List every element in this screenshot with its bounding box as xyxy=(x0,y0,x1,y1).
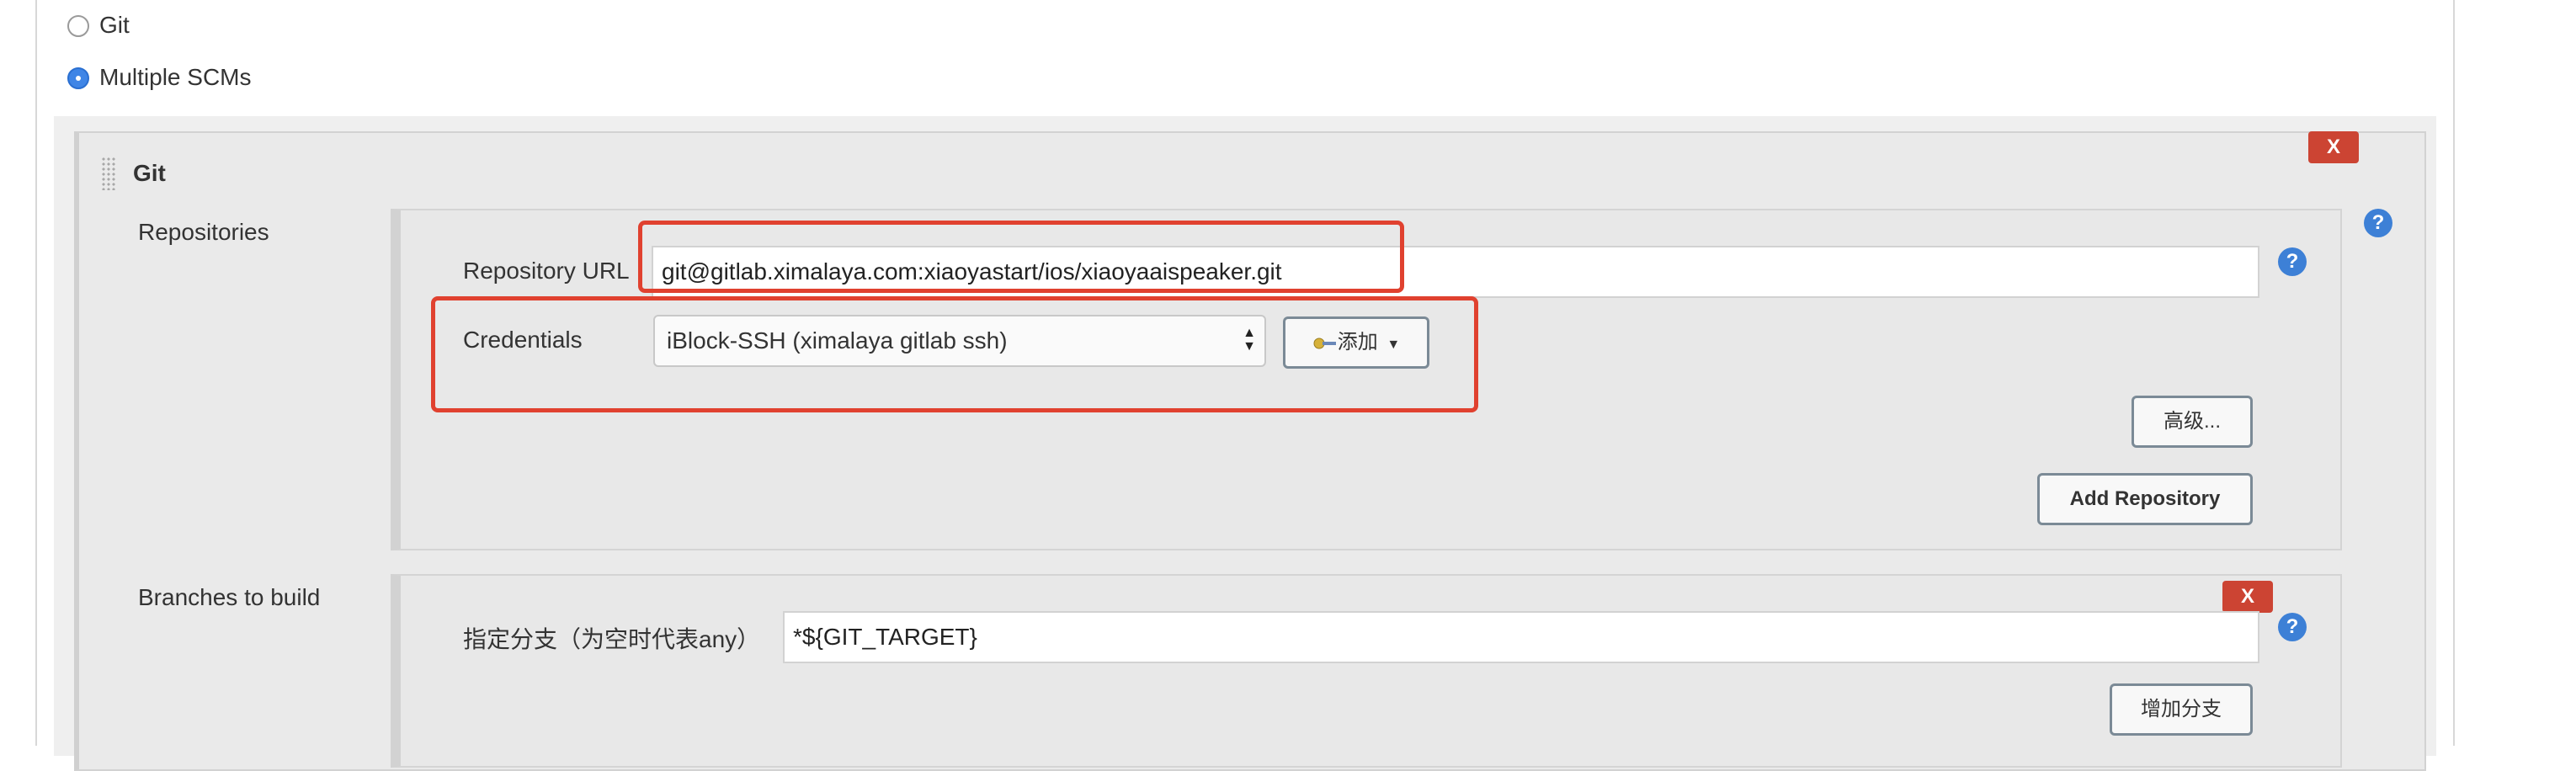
highlight-credentials xyxy=(431,296,1478,412)
help-icon[interactable]: ? xyxy=(2278,247,2307,276)
highlight-repository-url xyxy=(638,221,1404,293)
git-block-title: Git xyxy=(133,160,166,186)
drag-handle-icon[interactable] xyxy=(101,157,116,190)
branch-specifier-input[interactable]: *${GIT_TARGET} xyxy=(783,611,2259,663)
repository-url-label: Repository URL xyxy=(463,258,630,284)
git-radio-label: Git xyxy=(99,12,130,38)
branch-delete-button[interactable]: X xyxy=(2222,581,2273,613)
help-icon[interactable]: ? xyxy=(2278,613,2307,641)
branches-to-build-label: Branches to build xyxy=(138,584,321,610)
git-radio[interactable] xyxy=(67,15,89,37)
branch-specifier-label: 指定分支（为空时代表any） xyxy=(463,626,761,652)
help-icon[interactable]: ? xyxy=(2364,209,2392,237)
add-branch-button[interactable]: 增加分支 xyxy=(2110,683,2253,736)
add-repository-button[interactable]: Add Repository xyxy=(2037,473,2253,525)
advanced-button[interactable]: 高级... xyxy=(2132,396,2253,448)
repositories-label: Repositories xyxy=(138,219,269,245)
multiple-scms-radio[interactable] xyxy=(67,67,89,89)
multiple-scms-radio-label: Multiple SCMs xyxy=(99,64,252,90)
git-block-delete-button[interactable]: X xyxy=(2308,131,2359,163)
branch-panel xyxy=(391,574,2342,768)
